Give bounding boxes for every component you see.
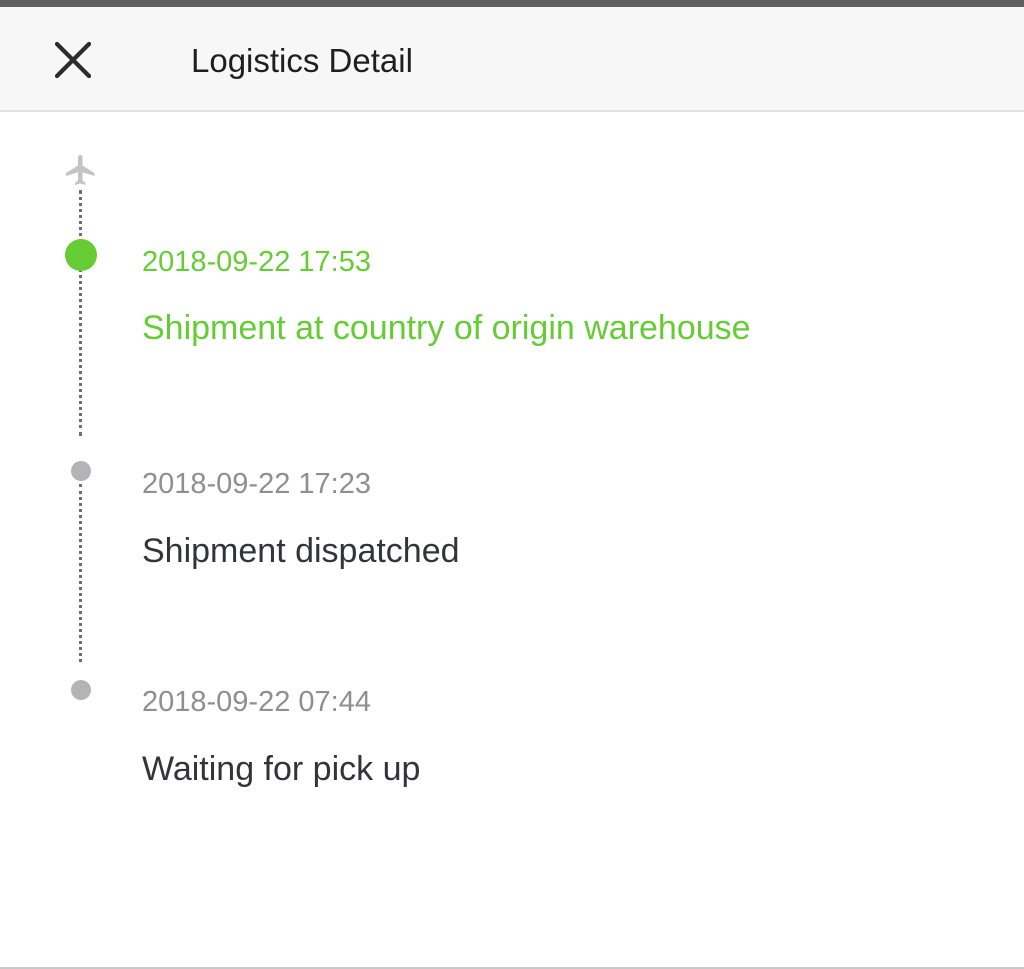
close-icon [54, 41, 92, 79]
timeline-dot [71, 680, 91, 700]
close-button[interactable] [48, 35, 98, 85]
event-description: Shipment dispatched [142, 532, 460, 570]
app-header: Logistics Detail [0, 7, 1024, 112]
airplane-icon [66, 155, 95, 185]
timeline-connector [79, 190, 82, 436]
timeline-dot [71, 461, 91, 481]
event-description: Waiting for pick up [142, 750, 421, 788]
event-time: 2018-09-22 07:44 [142, 686, 371, 718]
event-description: Shipment at country of origin warehouse [142, 309, 751, 347]
page-title: Logistics Detail [191, 42, 413, 79]
timeline-connector [79, 484, 82, 662]
timeline-dot-active [65, 239, 97, 271]
event-time: 2018-09-22 17:53 [142, 246, 371, 278]
status-bar [0, 0, 1024, 7]
event-time: 2018-09-22 17:23 [142, 468, 371, 500]
